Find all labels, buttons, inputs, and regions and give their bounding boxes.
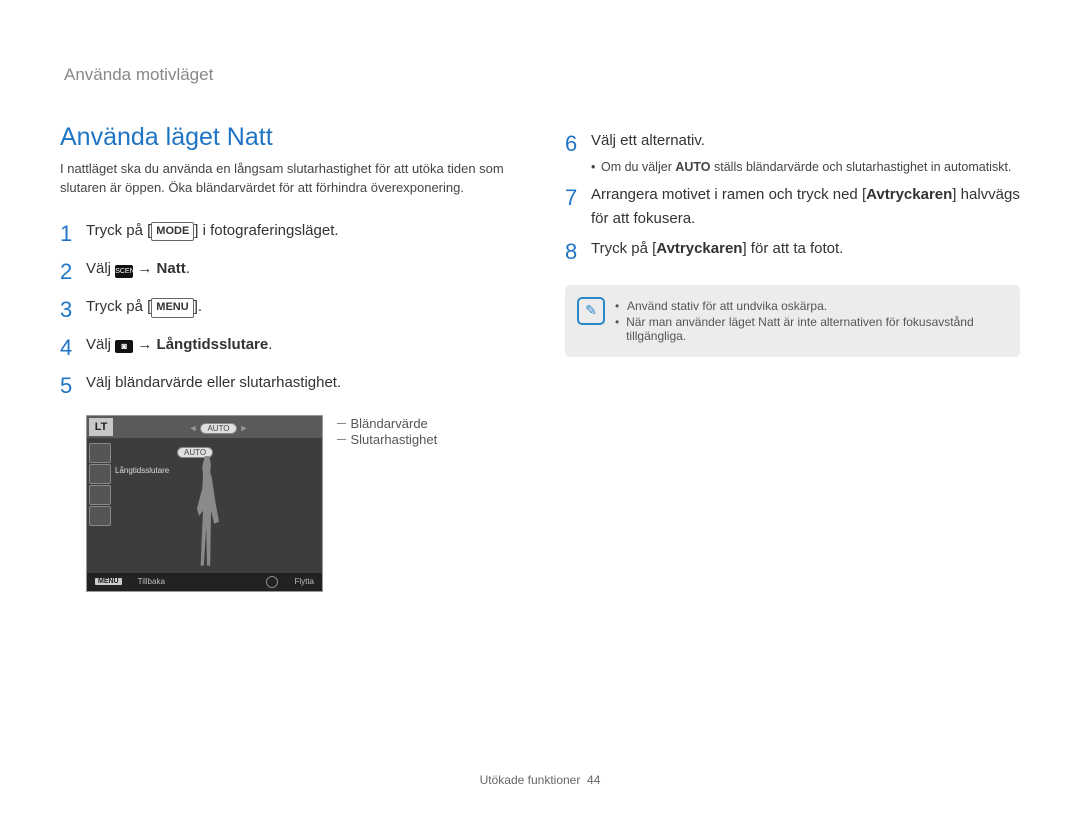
step-number: 4 bbox=[60, 330, 86, 365]
scene-icon: SCENE bbox=[115, 265, 133, 278]
joystick-icon bbox=[266, 576, 278, 588]
step-6: 6 Välj ett alternativ. •Om du väljer AUT… bbox=[565, 126, 1020, 177]
step-bold: Avtryckaren bbox=[866, 186, 952, 203]
mode-button-label: MODE bbox=[151, 222, 194, 242]
camera-side-icons bbox=[89, 442, 113, 527]
intro-text: I nattläget ska du använda en långsam sl… bbox=[60, 160, 515, 198]
note-text: Använd stativ för att undvika oskärpa. bbox=[627, 299, 827, 313]
move-label: Flytta bbox=[294, 577, 314, 586]
person-silhouette-icon bbox=[187, 456, 227, 566]
step-number: 6 bbox=[565, 126, 591, 161]
footer-page: 44 bbox=[587, 773, 600, 787]
step-text: Tryck på [ bbox=[86, 298, 151, 315]
step-8: 8 Tryck på [Avtryckaren] för att ta foto… bbox=[565, 234, 1020, 269]
step-text: Välj bbox=[86, 336, 115, 353]
step-number: 5 bbox=[60, 368, 86, 403]
breadcrumb: Använda motivläget bbox=[64, 65, 1020, 85]
menu-button-label: MENU bbox=[151, 298, 193, 318]
right-column: 6 Välj ett alternativ. •Om du väljer AUT… bbox=[565, 123, 1020, 592]
arrow-icon: → bbox=[137, 260, 152, 277]
bullet-icon: • bbox=[591, 157, 601, 177]
note-text: När man använder läget Natt är inte alte… bbox=[626, 315, 1006, 343]
step-number: 3 bbox=[60, 292, 86, 327]
chevron-left-icon: ◄ bbox=[189, 423, 198, 433]
shutter-label: Slutarhastighet bbox=[350, 432, 437, 447]
bullet-icon: • bbox=[615, 299, 627, 313]
camera-preview: LT ◄AUTO► AUTO Långtidsslutare MENU Till… bbox=[86, 415, 323, 592]
longshutter-label: Långtidsslutare bbox=[115, 466, 169, 475]
step-7: 7 Arrangera motivet i ramen och tryck ne… bbox=[565, 180, 1020, 231]
step-text: Tryck på [ bbox=[86, 222, 151, 239]
step-bold: Långtidsslutare bbox=[157, 336, 269, 353]
menu-badge: MENU bbox=[95, 578, 122, 585]
left-column: Använda läget Natt I nattläget ska du an… bbox=[60, 123, 515, 592]
bullet-icon: • bbox=[615, 315, 626, 343]
step-5: 5 Välj bländarvärde eller slutarhastighe… bbox=[60, 368, 515, 403]
step-2: 2 Välj SCENE → Natt. bbox=[60, 254, 515, 289]
info-icon: ✎ bbox=[577, 297, 605, 325]
step-number: 7 bbox=[565, 180, 591, 215]
step-text: ] i fotograferingsläget. bbox=[194, 222, 338, 239]
camera-icon: ◙ bbox=[115, 340, 133, 353]
step-number: 2 bbox=[60, 254, 86, 289]
step-text: ] för att ta fotot. bbox=[742, 240, 843, 257]
step-1: 1 Tryck på [MODE] i fotograferingsläget. bbox=[60, 216, 515, 251]
lt-badge: LT bbox=[89, 418, 113, 436]
page-footer: Utökade funktioner 44 bbox=[0, 773, 1080, 787]
footer-section: Utökade funktioner bbox=[480, 773, 581, 787]
annotations: Bländarvärde Slutarhastighet bbox=[337, 415, 437, 448]
section-title: Använda läget Natt bbox=[60, 123, 515, 152]
step-3: 3 Tryck på [MENU]. bbox=[60, 292, 515, 327]
chevron-right-icon: ► bbox=[240, 423, 249, 433]
sub-text: Om du väljer bbox=[601, 160, 675, 174]
step-text: Välj ett alternativ. bbox=[591, 129, 1011, 153]
sub-bold: AUTO bbox=[675, 160, 710, 174]
step-bold: Natt bbox=[157, 260, 186, 277]
back-label: Tillbaka bbox=[138, 577, 165, 586]
step-text: Tryck på [ bbox=[591, 240, 656, 257]
arrow-icon: → bbox=[137, 336, 152, 353]
note-box: ✎ •Använd stativ för att undvika oskärpa… bbox=[565, 285, 1020, 357]
sub-text: ställs bländarvärde och slutarhastighet … bbox=[711, 160, 1012, 174]
step-text: . bbox=[268, 336, 272, 353]
step-text: ]. bbox=[194, 298, 202, 315]
step-text: . bbox=[186, 260, 190, 277]
step-text: Välj bländarvärde eller slutarhastighet. bbox=[86, 368, 341, 395]
step-4: 4 Välj ◙ → Långtidsslutare. bbox=[60, 330, 515, 365]
step-bold: Avtryckaren bbox=[656, 240, 742, 257]
step-number: 8 bbox=[565, 234, 591, 269]
step-text: Välj bbox=[86, 260, 115, 277]
auto-pill: AUTO bbox=[200, 423, 236, 434]
aperture-label: Bländarvärde bbox=[350, 416, 427, 431]
step-number: 1 bbox=[60, 216, 86, 251]
step-text: Arrangera motivet i ramen och tryck ned … bbox=[591, 186, 866, 203]
